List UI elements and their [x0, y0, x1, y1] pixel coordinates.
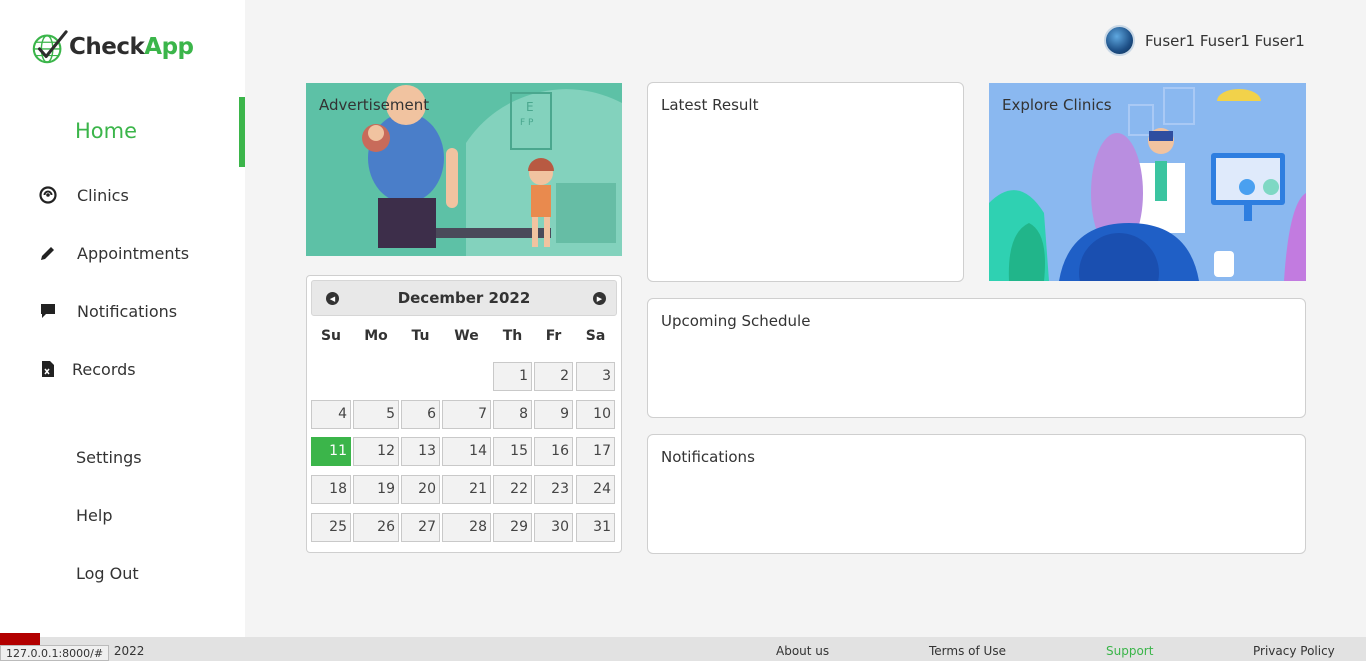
advertisement-title: Advertisement — [319, 96, 430, 114]
status-bar-url: 127.0.0.1:8000/# — [0, 645, 110, 661]
document-icon — [38, 359, 58, 379]
calendar-day[interactable]: 28 — [442, 513, 491, 542]
weekday-header: Th — [502, 328, 523, 344]
nav-notifications[interactable]: Notifications — [38, 301, 177, 321]
calendar-day[interactable]: 26 — [353, 513, 399, 542]
calendar: ◀ December 2022 ▶ Su Mo Tu We Th Fr Sa 1 2 3 4 5 6 7 8… — [306, 275, 622, 553]
user-menu[interactable]: Fuser1 Fuser1 Fuser1 — [1104, 25, 1305, 56]
calendar-day[interactable]: 22 — [493, 475, 532, 504]
notifications-title: Notifications — [661, 448, 755, 466]
calendar-day[interactable]: 25 — [311, 513, 351, 542]
nav-clinics-label: Clinics — [77, 185, 129, 205]
latest-result-card: Latest Result — [647, 82, 964, 282]
sidebar: CheckApp Home Clinics Appointments Notif… — [0, 0, 245, 637]
nav-home[interactable]: Home — [75, 119, 137, 143]
footer-about-link[interactable]: About us — [776, 644, 829, 658]
browser-indicator — [0, 633, 40, 645]
weekday-header: Fr — [545, 328, 562, 344]
nav-appointments-label: Appointments — [77, 243, 190, 263]
calendar-day[interactable]: 2 — [534, 362, 573, 391]
calendar-day[interactable]: 27 — [401, 513, 440, 542]
calendar-header: ◀ December 2022 ▶ — [311, 280, 617, 316]
upcoming-schedule-card: Upcoming Schedule — [647, 298, 1306, 418]
calendar-day[interactable]: 16 — [534, 437, 573, 466]
chat-bubble-icon — [38, 301, 58, 321]
advertisement-card[interactable]: Advertisement E F P — [306, 83, 622, 256]
avatar — [1104, 25, 1135, 56]
logo-text: CheckApp — [69, 34, 194, 60]
calendar-day[interactable]: 5 — [353, 400, 399, 429]
calendar-day[interactable]: 18 — [311, 475, 351, 504]
explore-clinics-title: Explore Clinics — [1002, 96, 1112, 114]
footer-support-link[interactable]: Support — [1106, 644, 1153, 658]
active-indicator — [239, 97, 245, 167]
logo-text-app: App — [144, 34, 194, 60]
calendar-day[interactable]: 6 — [401, 400, 440, 429]
nav-records[interactable]: Records — [38, 359, 136, 379]
footer-terms-link[interactable]: Terms of Use — [929, 644, 1006, 658]
nav-logout[interactable]: Log Out — [76, 564, 139, 583]
calendar-day[interactable]: 30 — [534, 513, 573, 542]
calendar-day[interactable]: 20 — [401, 475, 440, 504]
upcoming-schedule-title: Upcoming Schedule — [661, 312, 811, 330]
calendar-day[interactable]: 15 — [493, 437, 532, 466]
calendar-day[interactable]: 12 — [353, 437, 399, 466]
calendar-day[interactable]: 1 — [493, 362, 532, 391]
calendar-day[interactable]: 17 — [576, 437, 615, 466]
calendar-day[interactable]: 21 — [442, 475, 491, 504]
calendar-day[interactable]: 23 — [534, 475, 573, 504]
calendar-day[interactable]: 13 — [401, 437, 440, 466]
calendar-day[interactable]: 9 — [534, 400, 573, 429]
calendar-day-selected[interactable]: 11 — [311, 437, 351, 466]
calendar-day[interactable]: 31 — [576, 513, 615, 542]
nav-clinics[interactable]: Clinics — [38, 185, 129, 205]
nav-settings[interactable]: Settings — [76, 448, 142, 467]
calendar-day[interactable]: 14 — [442, 437, 491, 466]
nav-appointments[interactable]: Appointments — [38, 243, 189, 263]
calendar-title: December 2022 — [397, 289, 531, 307]
calendar-day[interactable]: 24 — [576, 475, 615, 504]
user-name: Fuser1 Fuser1 Fuser1 — [1145, 31, 1305, 50]
svg-text:E: E — [526, 100, 534, 114]
pencil-icon — [38, 243, 58, 263]
calendar-day[interactable]: 3 — [576, 362, 615, 391]
latest-result-title: Latest Result — [661, 96, 759, 114]
nav-help[interactable]: Help — [76, 506, 112, 525]
logo-text-check: Check — [69, 34, 145, 60]
footer: © 2022 About us Terms of Use Support Pri… — [0, 637, 1366, 661]
calendar-day[interactable]: 10 — [576, 400, 615, 429]
next-month-icon[interactable]: ▶ — [593, 292, 606, 305]
calendar-day[interactable]: 29 — [493, 513, 532, 542]
nav-records-label: Records — [72, 359, 136, 379]
calendar-day[interactable]: 7 — [442, 400, 491, 429]
weekday-header: We — [454, 328, 479, 344]
logo[interactable]: CheckApp — [30, 27, 194, 67]
nav-notifications-label: Notifications — [77, 301, 178, 321]
calendar-day[interactable]: 19 — [353, 475, 399, 504]
calendar-day[interactable]: 8 — [493, 400, 532, 429]
weekday-header: Su — [320, 328, 342, 344]
calendar-day[interactable]: 4 — [311, 400, 351, 429]
explore-clinics-card[interactable]: Explore Clinics — [989, 83, 1306, 281]
notifications-card: Notifications — [647, 434, 1306, 554]
weekday-header: Tu — [411, 328, 430, 344]
svg-text:F P: F P — [520, 118, 534, 128]
weekday-header: Mo — [364, 328, 388, 344]
footer-privacy-link[interactable]: Privacy Policy — [1253, 644, 1335, 658]
clinics-icon — [38, 185, 58, 205]
globe-check-icon — [32, 30, 68, 64]
weekday-header: Sa — [585, 328, 606, 344]
